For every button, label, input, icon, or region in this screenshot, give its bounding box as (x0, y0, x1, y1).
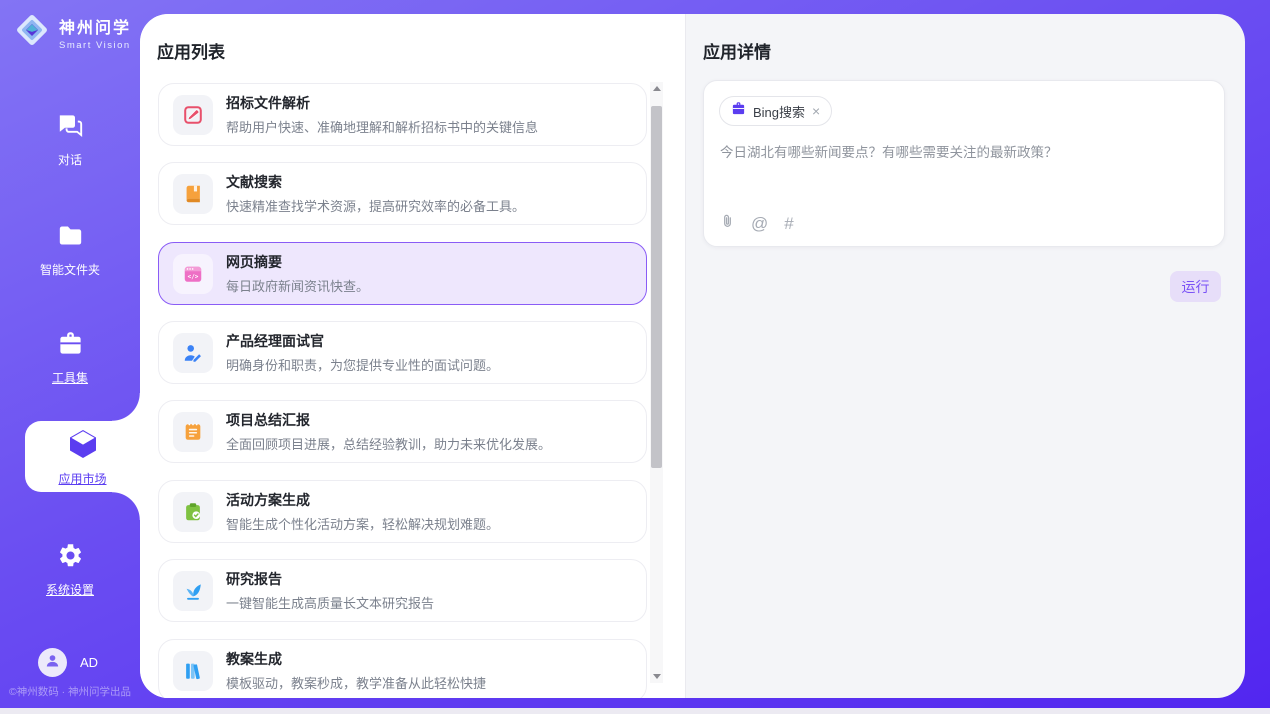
svg-text:</>: </> (188, 273, 199, 280)
brand-name: 神州问学 (59, 14, 131, 38)
run-button[interactable]: 运行 (1170, 271, 1221, 302)
tool-tag-bing-search[interactable]: Bing搜索 × (719, 96, 832, 126)
brand-diamond-icon (13, 11, 51, 54)
app-detail-title: 应用详情 (703, 38, 771, 63)
app-name: 活动方案生成 (226, 490, 499, 510)
book-icon (173, 174, 213, 214)
app-card-literature-search[interactable]: 文献搜索 快速精准查找学术资源，提高研究效率的必备工具。 (158, 162, 647, 225)
person-icon (44, 652, 61, 674)
app-description: 一键智能生成高质量长文本研究报告 (226, 593, 434, 612)
app-name: 教案生成 (226, 649, 486, 669)
brand-logo: 神州问学 Smart Vision (13, 11, 131, 54)
sidebar-item-label: 工具集 (52, 369, 88, 386)
app-card-pm-interviewer[interactable]: 产品经理面试官 明确身份和职责，为您提供专业性的面试问题。 (158, 321, 647, 384)
scrollbar-thumb[interactable] (651, 106, 662, 468)
user-account[interactable]: AD (38, 648, 98, 677)
app-name: 项目总结汇报 (226, 410, 551, 430)
content-area: 应用列表 招标文件解析 帮助用户快速、准确地理解和解析招标书中的关键信息 (140, 14, 1245, 698)
app-description: 帮助用户快速、准确地理解和解析招标书中的关键信息 (226, 117, 538, 136)
app-description: 全面回顾项目进展，总结经验教训，助力未来优化发展。 (226, 434, 551, 453)
prompt-card: Bing搜索 × 今日湖北有哪些新闻要点？有哪些需要关注的最新政策？ @ # (703, 80, 1225, 247)
sidebar-item-chat[interactable]: 对话 (0, 112, 140, 168)
tool-tag-label: Bing搜索 (753, 102, 805, 121)
cube-icon (66, 427, 100, 466)
sidebar-item-label: 应用市场 (58, 470, 106, 487)
scroll-up-icon[interactable] (650, 82, 663, 95)
sidebar-item-label: 系统设置 (46, 581, 94, 598)
paperclip-icon[interactable] (720, 212, 735, 235)
document-edit-icon (173, 95, 213, 135)
quill-icon (173, 571, 213, 611)
browser-code-icon: </> (173, 254, 213, 294)
app-description: 每日政府新闻资讯快查。 (226, 276, 369, 295)
chat-icon (57, 112, 84, 144)
mention-icon[interactable]: @ (751, 215, 768, 232)
clipboard-check-icon (173, 492, 213, 532)
sidebar-item-settings[interactable]: 系统设置 (0, 542, 140, 598)
avatar (38, 648, 67, 677)
app-description: 快速精准查找学术资源，提高研究效率的必备工具。 (226, 196, 525, 215)
app-name: 研究报告 (226, 569, 434, 589)
sidebar-item-app-market[interactable]: 应用市场 (25, 421, 140, 492)
app-name: 网页摘要 (226, 252, 369, 272)
memo-icon (173, 412, 213, 452)
app-description: 明确身份和职责，为您提供专业性的面试问题。 (226, 355, 499, 374)
prompt-input[interactable]: 今日湖北有哪些新闻要点？有哪些需要关注的最新政策？ (720, 143, 1208, 163)
sidebar-item-label: 对话 (58, 151, 82, 168)
app-card-research-report[interactable]: 研究报告 一键智能生成高质量长文本研究报告 (158, 559, 647, 622)
app-name: 产品经理面试官 (226, 331, 499, 351)
sidebar-item-smart-folder[interactable]: 智能文件夹 (0, 222, 140, 278)
app-card-bid-parse[interactable]: 招标文件解析 帮助用户快速、准确地理解和解析招标书中的关键信息 (158, 83, 647, 146)
brand-subtitle: Smart Vision (59, 40, 131, 51)
copyright-text: ©神州数码 · 神州问学出品 (0, 684, 140, 699)
app-list-panel: 应用列表 招标文件解析 帮助用户快速、准确地理解和解析招标书中的关键信息 (140, 14, 686, 698)
app-cards: 招标文件解析 帮助用户快速、准确地理解和解析招标书中的关键信息 文献搜索 (158, 14, 647, 698)
scroll-down-icon[interactable] (650, 670, 663, 683)
app-card-web-summary[interactable]: </> 网页摘要 每日政府新闻资讯快查。 (158, 242, 647, 305)
app-description: 智能生成个性化活动方案，轻松解决规划难题。 (226, 514, 499, 533)
close-icon[interactable]: × (812, 104, 820, 118)
books-icon (173, 651, 213, 691)
app-detail-panel: 应用详情 Bing搜索 × 今日湖北有哪些新闻要点？有哪些需要关注的最新政策？ (686, 14, 1245, 698)
sidebar-item-toolset[interactable]: 工具集 (0, 330, 140, 386)
toolbox-icon (57, 330, 84, 362)
app-card-activity-plan[interactable]: 活动方案生成 智能生成个性化活动方案，轻松解决规划难题。 (158, 480, 647, 543)
app-card-project-summary[interactable]: 项目总结汇报 全面回顾项目进展，总结经验教训，助力未来优化发展。 (158, 400, 647, 463)
user-name: AD (80, 655, 98, 670)
gear-icon (57, 542, 84, 574)
app-name: 文献搜索 (226, 172, 525, 192)
hash-icon[interactable]: # (784, 215, 793, 232)
app-list-scrollbar[interactable] (650, 82, 663, 683)
prompt-toolbar: @ # (720, 212, 794, 235)
interviewer-icon (173, 333, 213, 373)
app-frame: 神州问学 Smart Vision 对话 智能文件夹 工具集 (0, 0, 1270, 708)
app-card-lesson-plan[interactable]: 教案生成 模板驱动，教案秒成，教学准备从此轻松快捷 (158, 639, 647, 698)
sidebar-item-label: 智能文件夹 (40, 261, 100, 278)
app-name: 招标文件解析 (226, 93, 538, 113)
briefcase-icon (731, 101, 746, 121)
folder-icon (57, 222, 84, 254)
app-description: 模板驱动，教案秒成，教学准备从此轻松快捷 (226, 673, 486, 692)
